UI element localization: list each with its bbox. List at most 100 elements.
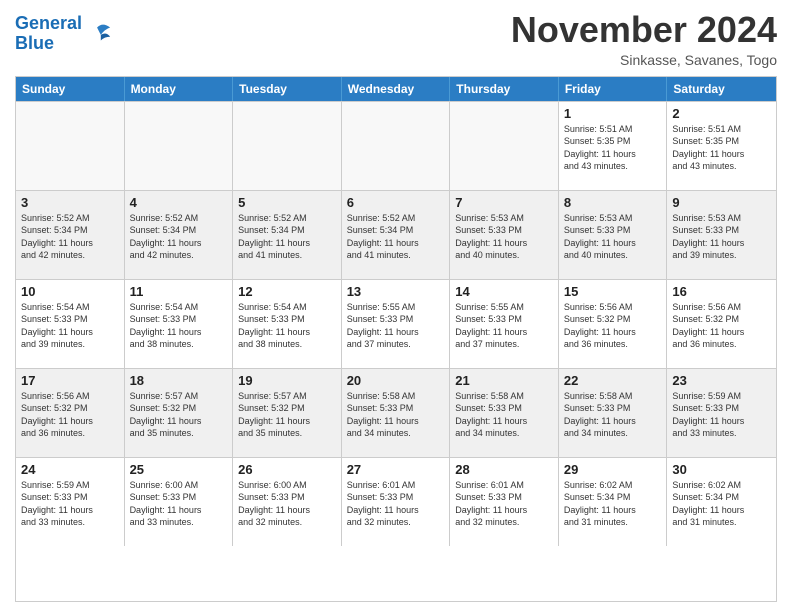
table-row: 23 Sunrise: 5:59 AM Sunset: 5:33 PM Dayli…	[667, 369, 776, 457]
day-number: 16	[672, 284, 771, 299]
day-number: 14	[455, 284, 553, 299]
cell-info: Sunrise: 5:53 AM Sunset: 5:33 PM Dayligh…	[455, 212, 553, 262]
cell-info: Sunrise: 5:52 AM Sunset: 5:34 PM Dayligh…	[238, 212, 336, 262]
table-row: 29 Sunrise: 6:02 AM Sunset: 5:34 PM Dayli…	[559, 458, 668, 546]
table-row: 21 Sunrise: 5:58 AM Sunset: 5:33 PM Dayli…	[450, 369, 559, 457]
table-row	[450, 102, 559, 190]
location: Sinkasse, Savanes, Togo	[511, 52, 777, 68]
cell-info: Sunrise: 5:54 AM Sunset: 5:33 PM Dayligh…	[130, 301, 228, 351]
table-row: 3 Sunrise: 5:52 AM Sunset: 5:34 PM Daylig…	[16, 191, 125, 279]
cell-info: Sunrise: 5:51 AM Sunset: 5:35 PM Dayligh…	[672, 123, 771, 173]
table-row: 14 Sunrise: 5:55 AM Sunset: 5:33 PM Dayli…	[450, 280, 559, 368]
table-row: 26Sunrise: 6:00 AM Sunset: 5:33 PM Dayli…	[233, 458, 342, 546]
table-row	[16, 102, 125, 190]
day-number: 27	[347, 462, 445, 477]
table-row: 18 Sunrise: 5:57 AM Sunset: 5:32 PM Dayli…	[125, 369, 234, 457]
table-row	[342, 102, 451, 190]
day-number: 7	[455, 195, 553, 210]
header-friday: Friday	[559, 77, 668, 101]
cell-info: Sunrise: 5:57 AM Sunset: 5:32 PM Dayligh…	[238, 390, 336, 440]
calendar-header: Sunday Monday Tuesday Wednesday Thursday…	[16, 77, 776, 101]
day-number: 12	[238, 284, 336, 299]
day-number: 18	[130, 373, 228, 388]
header-monday: Monday	[125, 77, 234, 101]
cell-info: Sunrise: 5:55 AM Sunset: 5:33 PM Dayligh…	[455, 301, 553, 351]
day-number: 25	[130, 462, 228, 477]
table-row: 6 Sunrise: 5:52 AM Sunset: 5:34 PM Daylig…	[342, 191, 451, 279]
cell-info: Sunrise: 5:52 AM Sunset: 5:34 PM Dayligh…	[21, 212, 119, 262]
table-row: 27Sunrise: 6:01 AM Sunset: 5:33 PM Dayli…	[342, 458, 451, 546]
logo-icon	[84, 20, 112, 48]
table-row: 13 Sunrise: 5:55 AM Sunset: 5:33 PM Dayli…	[342, 280, 451, 368]
cell-info: Sunrise: 5:52 AM Sunset: 5:34 PM Dayligh…	[347, 212, 445, 262]
day-number: 17	[21, 373, 119, 388]
day-number: 3	[21, 195, 119, 210]
cell-info: Sunrise: 5:54 AM Sunset: 5:33 PM Dayligh…	[21, 301, 119, 351]
cell-info: Sunrise: 5:58 AM Sunset: 5:33 PM Dayligh…	[347, 390, 445, 440]
cell-info: Sunrise: 6:02 AM Sunset: 5:34 PM Dayligh…	[672, 479, 771, 529]
table-row: 7 Sunrise: 5:53 AM Sunset: 5:33 PM Daylig…	[450, 191, 559, 279]
table-row	[125, 102, 234, 190]
table-row: 1 Sunrise: 5:51 AM Sunset: 5:35 PM Daylig…	[559, 102, 668, 190]
table-row: 20 Sunrise: 5:58 AM Sunset: 5:33 PM Dayli…	[342, 369, 451, 457]
logo-text: GeneralBlue	[15, 14, 82, 54]
header-thursday: Thursday	[450, 77, 559, 101]
cell-info: Sunrise: 5:54 AM Sunset: 5:33 PM Dayligh…	[238, 301, 336, 351]
calendar-row-1: 3 Sunrise: 5:52 AM Sunset: 5:34 PM Daylig…	[16, 190, 776, 279]
table-row: 12 Sunrise: 5:54 AM Sunset: 5:33 PM Dayli…	[233, 280, 342, 368]
calendar-body: 1 Sunrise: 5:51 AM Sunset: 5:35 PM Daylig…	[16, 101, 776, 546]
header-saturday: Saturday	[667, 77, 776, 101]
cell-info: Sunrise: 5:55 AM Sunset: 5:33 PM Dayligh…	[347, 301, 445, 351]
cell-info: Sunrise: 5:56 AM Sunset: 5:32 PM Dayligh…	[672, 301, 771, 351]
day-number: 1	[564, 106, 662, 121]
cell-info: Sunrise: 5:52 AM Sunset: 5:34 PM Dayligh…	[130, 212, 228, 262]
day-number: 2	[672, 106, 771, 121]
cell-info: Sunrise: 5:59 AM Sunset: 5:33 PM Dayligh…	[672, 390, 771, 440]
month-title: November 2024	[511, 10, 777, 50]
cell-info: Sunrise: 5:53 AM Sunset: 5:33 PM Dayligh…	[564, 212, 662, 262]
day-number: 28	[455, 462, 553, 477]
logo: GeneralBlue	[15, 14, 112, 54]
table-row: 8 Sunrise: 5:53 AM Sunset: 5:33 PM Daylig…	[559, 191, 668, 279]
table-row: 24 Sunrise: 5:59 AM Sunset: 5:33 PM Dayli…	[16, 458, 125, 546]
cell-info: Sunrise: 6:01 AM Sunset: 5:33 PM Dayligh…	[455, 479, 553, 529]
header-sunday: Sunday	[16, 77, 125, 101]
day-number: 23	[672, 373, 771, 388]
day-number: 13	[347, 284, 445, 299]
cell-info: Sunrise: 6:00 AM Sunset: 5:33 PM Dayligh…	[130, 479, 228, 529]
table-row: 30Sunrise: 6:02 AM Sunset: 5:34 PM Dayli…	[667, 458, 776, 546]
table-row: 15Sunrise: 5:56 AM Sunset: 5:32 PM Dayli…	[559, 280, 668, 368]
table-row: 10 Sunrise: 5:54 AM Sunset: 5:33 PM Dayli…	[16, 280, 125, 368]
title-block: November 2024 Sinkasse, Savanes, Togo	[511, 10, 777, 68]
table-row: 11 Sunrise: 5:54 AM Sunset: 5:33 PM Dayli…	[125, 280, 234, 368]
calendar-row-2: 10 Sunrise: 5:54 AM Sunset: 5:33 PM Dayli…	[16, 279, 776, 368]
table-row: 28 Sunrise: 6:01 AM Sunset: 5:33 PM Dayli…	[450, 458, 559, 546]
table-row: 16 Sunrise: 5:56 AM Sunset: 5:32 PM Dayli…	[667, 280, 776, 368]
cell-info: Sunrise: 5:58 AM Sunset: 5:33 PM Dayligh…	[564, 390, 662, 440]
day-number: 20	[347, 373, 445, 388]
calendar-row-3: 17Sunrise: 5:56 AM Sunset: 5:32 PM Dayli…	[16, 368, 776, 457]
day-number: 8	[564, 195, 662, 210]
day-number: 29	[564, 462, 662, 477]
cell-info: Sunrise: 6:00 AM Sunset: 5:33 PM Dayligh…	[238, 479, 336, 529]
calendar-row-0: 1 Sunrise: 5:51 AM Sunset: 5:35 PM Daylig…	[16, 101, 776, 190]
cell-info: Sunrise: 5:58 AM Sunset: 5:33 PM Dayligh…	[455, 390, 553, 440]
calendar: Sunday Monday Tuesday Wednesday Thursday…	[15, 76, 777, 602]
day-number: 10	[21, 284, 119, 299]
day-number: 11	[130, 284, 228, 299]
day-number: 9	[672, 195, 771, 210]
cell-info: Sunrise: 5:57 AM Sunset: 5:32 PM Dayligh…	[130, 390, 228, 440]
header-wednesday: Wednesday	[342, 77, 451, 101]
cell-info: Sunrise: 5:51 AM Sunset: 5:35 PM Dayligh…	[564, 123, 662, 173]
cell-info: Sunrise: 5:59 AM Sunset: 5:33 PM Dayligh…	[21, 479, 119, 529]
calendar-row-4: 24 Sunrise: 5:59 AM Sunset: 5:33 PM Dayli…	[16, 457, 776, 546]
cell-info: Sunrise: 5:53 AM Sunset: 5:33 PM Dayligh…	[672, 212, 771, 262]
day-number: 24	[21, 462, 119, 477]
cell-info: Sunrise: 5:56 AM Sunset: 5:32 PM Dayligh…	[564, 301, 662, 351]
table-row: 19Sunrise: 5:57 AM Sunset: 5:32 PM Dayli…	[233, 369, 342, 457]
cell-info: Sunrise: 6:02 AM Sunset: 5:34 PM Dayligh…	[564, 479, 662, 529]
table-row: 17Sunrise: 5:56 AM Sunset: 5:32 PM Dayli…	[16, 369, 125, 457]
day-number: 6	[347, 195, 445, 210]
table-row: 25 Sunrise: 6:00 AM Sunset: 5:33 PM Dayli…	[125, 458, 234, 546]
day-number: 21	[455, 373, 553, 388]
